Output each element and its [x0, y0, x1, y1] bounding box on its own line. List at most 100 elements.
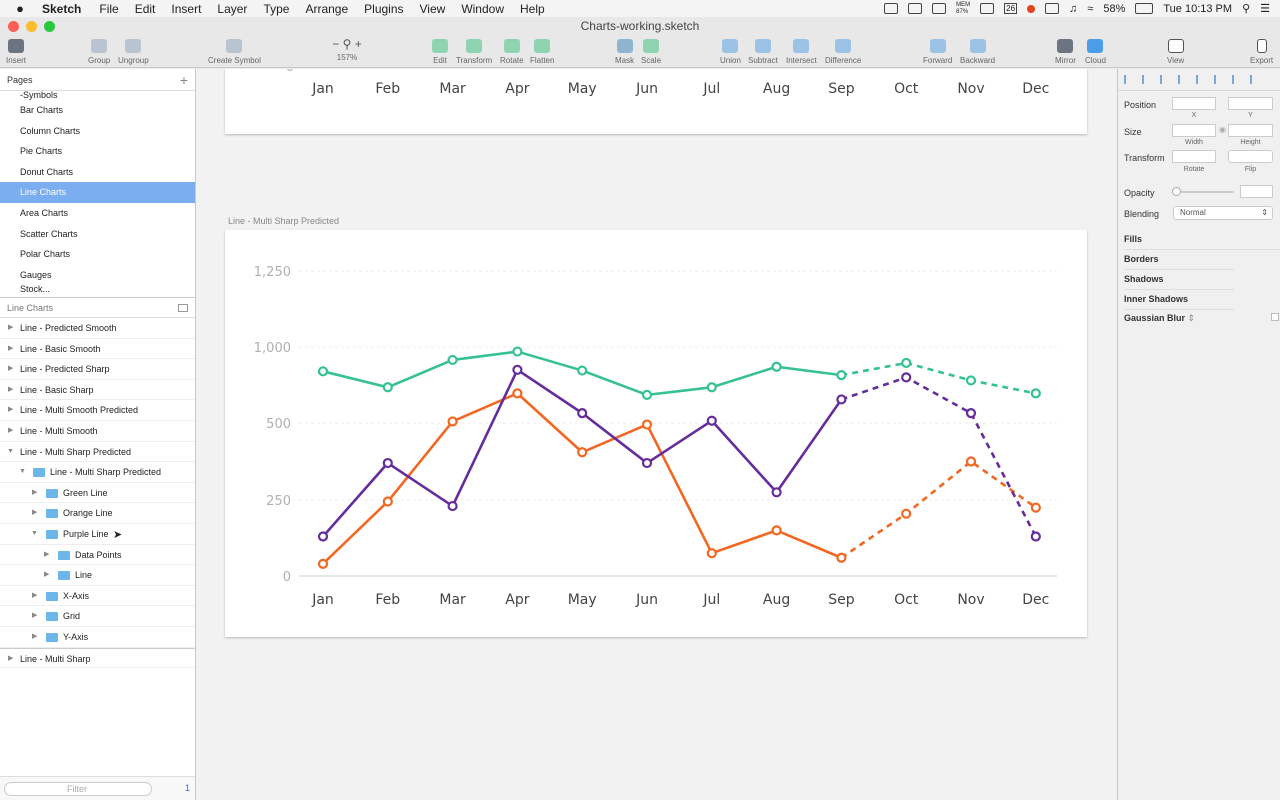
expand-triangle-icon[interactable]: ▶: [32, 483, 37, 504]
scale-button[interactable]: Scale: [641, 35, 661, 67]
transform-button[interactable]: Transform: [456, 35, 492, 67]
data-point[interactable]: [771, 525, 782, 536]
layer-row[interactable]: ▶ Line - Basic Smooth: [0, 339, 195, 360]
mask-button[interactable]: Mask: [615, 35, 634, 67]
cloud-button[interactable]: Cloud: [1085, 35, 1106, 67]
expand-triangle-icon[interactable]: ▶: [32, 586, 37, 607]
expand-triangle-icon[interactable]: ▶: [8, 649, 13, 670]
borders-section[interactable]: Borders: [1124, 254, 1234, 270]
data-point[interactable]: [965, 375, 977, 386]
display-icon[interactable]: [1045, 3, 1060, 14]
data-point[interactable]: [771, 361, 782, 372]
data-point[interactable]: [577, 447, 588, 458]
flip-buttons[interactable]: [1228, 150, 1273, 163]
volume-icon[interactable]: ♫: [1069, 3, 1077, 15]
data-point[interactable]: [447, 354, 458, 366]
align-left-icon[interactable]: [1124, 75, 1135, 84]
intersect-button[interactable]: Intersect: [786, 35, 817, 67]
subtract-button[interactable]: Subtract: [748, 35, 778, 67]
data-point[interactable]: [447, 416, 458, 427]
width-field[interactable]: [1172, 124, 1216, 137]
shadows-section[interactable]: Shadows: [1124, 274, 1234, 290]
opacity-field[interactable]: [1240, 185, 1273, 198]
add-page-icon[interactable]: +: [180, 72, 188, 88]
expand-triangle-icon[interactable]: ▶: [32, 627, 37, 648]
data-point[interactable]: [901, 508, 912, 519]
page-item-column-charts[interactable]: Column Charts: [0, 121, 195, 142]
position-y-field[interactable]: [1228, 97, 1273, 110]
data-point[interactable]: [771, 487, 782, 498]
data-point[interactable]: [706, 382, 717, 393]
filter-count[interactable]: 1: [185, 783, 190, 793]
page-item-stock[interactable]: Stock...: [0, 285, 195, 294]
distribute-vertical-icon[interactable]: [1250, 75, 1261, 84]
data-point[interactable]: [836, 394, 847, 405]
difference-button[interactable]: Difference: [825, 35, 861, 67]
page-item-pie-charts[interactable]: Pie Charts: [0, 141, 195, 162]
insert-button[interactable]: Insert: [6, 35, 26, 67]
data-point[interactable]: [641, 389, 653, 400]
position-x-field[interactable]: [1172, 97, 1216, 110]
menu-file[interactable]: File: [91, 2, 126, 16]
data-point[interactable]: [447, 500, 458, 512]
distribute-icon[interactable]: [1232, 75, 1243, 84]
mirror-button[interactable]: Mirror: [1055, 35, 1076, 67]
data-point[interactable]: [512, 388, 523, 399]
expand-triangle-icon[interactable]: ▶: [32, 606, 37, 627]
align-right-icon[interactable]: [1160, 75, 1171, 84]
layer-row[interactable]: ▶ Line - Multi Smooth Predicted: [0, 400, 195, 421]
ungroup-button[interactable]: Ungroup: [118, 35, 149, 67]
data-point[interactable]: [706, 548, 717, 559]
create-symbol-button[interactable]: Create Symbol: [208, 35, 261, 67]
align-center-icon[interactable]: [1142, 75, 1153, 84]
apple-icon[interactable]: ●: [0, 1, 40, 16]
data-point[interactable]: [965, 456, 977, 467]
align-middle-icon[interactable]: [1196, 75, 1207, 84]
expand-triangle-icon[interactable]: ▶: [8, 380, 13, 401]
edit-button[interactable]: Edit: [432, 35, 448, 67]
data-point[interactable]: [901, 372, 912, 383]
airplay-icon[interactable]: [884, 3, 899, 14]
notification-center-icon[interactable]: ☰: [1260, 2, 1270, 15]
data-point[interactable]: [1030, 388, 1041, 399]
expand-triangle-icon[interactable]: ▶: [8, 421, 13, 442]
export-button[interactable]: Export: [1250, 35, 1273, 67]
lock-icon[interactable]: ◉: [1219, 125, 1226, 134]
opacity-slider[interactable]: [1174, 191, 1234, 193]
page-item-gauges[interactable]: Gauges: [0, 265, 195, 286]
layer-row[interactable]: ▶ Y-Axis: [0, 627, 195, 648]
page-item-bar-charts[interactable]: Bar Charts: [0, 100, 195, 121]
page-item-area-charts[interactable]: Area Charts: [0, 203, 195, 224]
wifi-icon[interactable]: ≈: [1087, 3, 1093, 15]
view-button[interactable]: View: [1167, 35, 1184, 67]
cloud-sync-icon[interactable]: [932, 3, 947, 14]
artboard-label[interactable]: Line - Multi Sharp Predicted: [228, 216, 339, 226]
gaussian-blur-checkbox[interactable]: [1271, 313, 1279, 321]
menu-insert[interactable]: Insert: [163, 2, 209, 16]
expand-triangle-icon[interactable]: ▶: [8, 400, 13, 421]
flatten-button[interactable]: Flatten: [530, 35, 554, 67]
blending-select[interactable]: Normal ⇕: [1173, 206, 1273, 220]
layer-row[interactable]: ▶ X-Axis: [0, 586, 195, 607]
data-point[interactable]: [317, 531, 329, 542]
layer-row[interactable]: ▶ Line - Predicted Sharp: [0, 359, 195, 380]
expand-triangle-icon[interactable]: ▶: [44, 565, 49, 586]
menu-app-name[interactable]: Sketch: [40, 2, 91, 16]
data-point[interactable]: [317, 558, 329, 569]
page-item-symbols[interactable]: -Symbols: [0, 91, 195, 100]
record-icon[interactable]: [1027, 4, 1036, 13]
data-point[interactable]: [706, 415, 717, 426]
data-point[interactable]: [382, 457, 393, 469]
clock[interactable]: Tue 10:13 PM: [1163, 3, 1232, 15]
artboard-previous[interactable]: 0 Jan Feb Mar Apr May Jun Jul Aug Sep Oct Nov Dec: [225, 69, 1087, 134]
expand-triangle-icon[interactable]: ▶: [44, 545, 49, 566]
data-point[interactable]: [641, 419, 653, 430]
menu-arrange[interactable]: Arrange: [297, 2, 356, 16]
layer-row[interactable]: ▶ Green Line: [0, 483, 195, 504]
data-point[interactable]: [317, 366, 329, 377]
data-point[interactable]: [512, 364, 523, 375]
layer-row[interactable]: ▶ Data Points: [0, 545, 195, 566]
calendar-icon[interactable]: 26: [1004, 3, 1018, 14]
data-point[interactable]: [901, 357, 912, 369]
evernote-icon[interactable]: [980, 3, 995, 14]
